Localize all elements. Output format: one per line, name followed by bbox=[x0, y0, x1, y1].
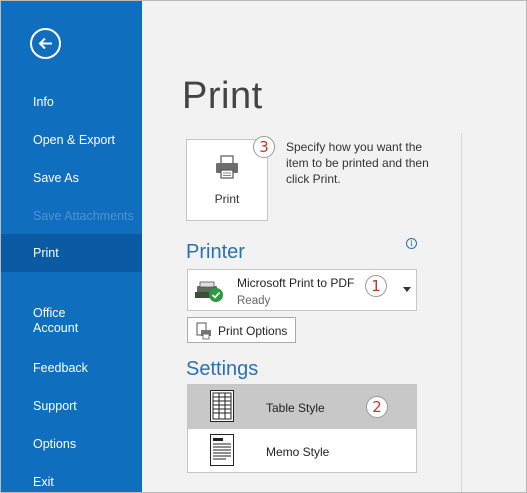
printer-name: Microsoft Print to PDF bbox=[237, 276, 355, 290]
sidebar-item-info[interactable]: Info bbox=[1, 95, 142, 110]
sidebar-item-save-as[interactable]: Save As bbox=[1, 171, 142, 186]
style-option-memo-label: Memo Style bbox=[266, 445, 330, 459]
sidebar-item-exit[interactable]: Exit bbox=[1, 475, 142, 490]
print-options-icon bbox=[196, 322, 211, 340]
sidebar-item-print[interactable]: Print bbox=[1, 234, 142, 272]
style-option-memo[interactable]: Memo Style bbox=[188, 429, 416, 473]
print-description: Specify how you want the item to be prin… bbox=[286, 140, 429, 186]
preview-divider bbox=[461, 133, 462, 492]
printer-heading: Printer bbox=[186, 241, 245, 263]
step-2-badge: 2 bbox=[366, 396, 388, 418]
style-option-table-label: Table Style bbox=[266, 401, 325, 415]
info-icon[interactable]: i bbox=[406, 238, 417, 249]
table-style-icon bbox=[210, 390, 234, 422]
print-main-panel: Print Print 3 Specify how you want the i… bbox=[142, 1, 526, 492]
sidebar-item-save-attachments: Save Attachments bbox=[33, 209, 134, 223]
step-3-badge: 3 bbox=[253, 136, 275, 158]
print-options-button[interactable]: Print Options bbox=[187, 317, 296, 343]
dropdown-arrow-icon bbox=[403, 287, 411, 292]
print-backstage-window: Info Open & Export Save As Save Attachme… bbox=[0, 0, 527, 493]
settings-heading: Settings bbox=[186, 358, 259, 380]
printer-status: Ready bbox=[237, 295, 271, 307]
print-options-label: Print Options bbox=[218, 324, 288, 338]
printer-ready-icon bbox=[195, 281, 223, 302]
sidebar-item-options[interactable]: Options bbox=[1, 437, 142, 452]
print-button-label: Print bbox=[214, 192, 240, 206]
sidebar-item-feedback[interactable]: Feedback bbox=[1, 361, 142, 376]
sidebar-item-support[interactable]: Support bbox=[1, 399, 142, 414]
page-title: Print bbox=[182, 75, 263, 117]
back-button[interactable] bbox=[30, 28, 61, 59]
sidebar-item-open-export[interactable]: Open & Export bbox=[1, 133, 142, 148]
sidebar-item-office-account[interactable]: Office Account bbox=[1, 306, 91, 336]
backstage-sidebar: Info Open & Export Save As Save Attachme… bbox=[1, 1, 142, 492]
step-1-badge: 1 bbox=[365, 275, 387, 297]
memo-style-icon bbox=[210, 434, 234, 466]
back-arrow-icon bbox=[38, 37, 52, 50]
printer-icon bbox=[216, 155, 238, 179]
